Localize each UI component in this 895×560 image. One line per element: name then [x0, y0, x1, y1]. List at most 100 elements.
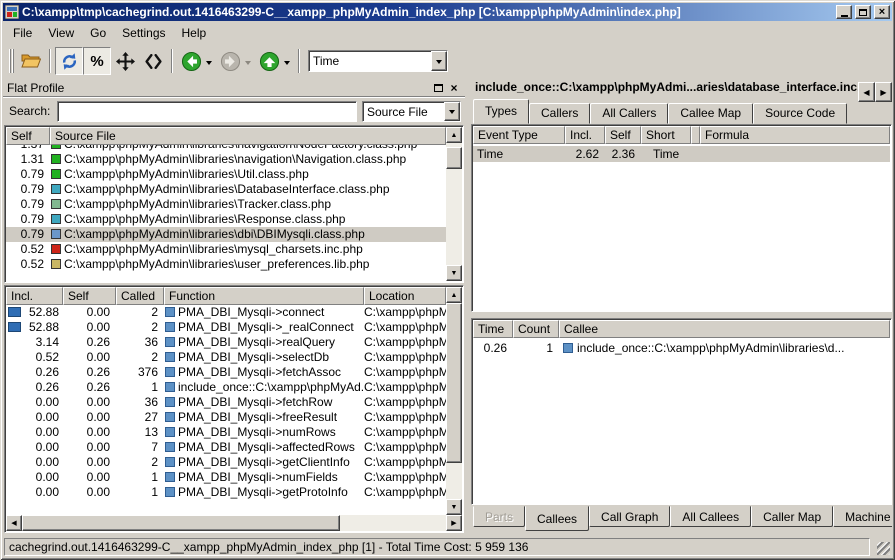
column-header-self[interactable]: Self [605, 126, 641, 144]
function-row[interactable]: 0.26 0.26 376 PMA_DBI_Mysqli->fetchAssoc… [6, 365, 446, 380]
detail-tab[interactable]: Source Code [753, 103, 847, 124]
function-row[interactable]: 3.14 0.26 36 PMA_DBI_Mysqli->realQuery C… [6, 335, 446, 350]
search-input[interactable] [57, 101, 357, 122]
scroll-up-button[interactable]: ▲ [446, 287, 462, 303]
grouping-combobox[interactable]: Source File [362, 101, 461, 122]
column-header-short[interactable]: Short [641, 126, 691, 144]
detail-tab[interactable]: Callee Map [668, 103, 753, 124]
column-header-incl[interactable]: Incl. [6, 287, 63, 305]
source-file-row[interactable]: 0.52 C:\xampp\phpMyAdmin\libraries\user_… [6, 257, 446, 272]
up-dropdown-caret[interactable] [284, 61, 290, 68]
scrollbar-thumb[interactable] [446, 147, 462, 169]
event-type-row[interactable]: Time 2.62 2.36 Time [473, 146, 890, 162]
column-header-formula[interactable]: Formula [700, 126, 890, 144]
scrollbar-thumb[interactable] [22, 515, 340, 531]
dock-float-button[interactable] [431, 82, 445, 95]
source-file-row[interactable]: 0.79 C:\xampp\phpMyAdmin\libraries\dbi\D… [6, 227, 446, 242]
incl-cost: 0.00 [23, 455, 63, 470]
source-file-row[interactable]: 0.52 C:\xampp\phpMyAdmin\libraries\mysql… [6, 242, 446, 257]
menu-item[interactable]: Go [82, 23, 114, 43]
cycle-detection-button[interactable] [55, 47, 83, 75]
forward-dropdown-caret[interactable] [245, 61, 251, 68]
grouping-value: Source File [363, 102, 444, 121]
column-header-function[interactable]: Function [164, 287, 364, 305]
open-file-button[interactable] [17, 47, 45, 75]
function-icon [165, 307, 175, 317]
function-row[interactable]: 52.88 0.00 2 PMA_DBI_Mysqli->connect C:\… [6, 305, 446, 320]
column-header-event-type[interactable]: Event Type [473, 126, 565, 144]
scrollbar-thumb[interactable] [446, 303, 462, 463]
column-header-count[interactable]: Count [513, 320, 559, 338]
combo-dropdown-button[interactable] [444, 102, 460, 121]
column-header-self[interactable]: Self [6, 127, 50, 145]
maximize-button[interactable] [855, 5, 871, 19]
incl-cost: 0.52 [23, 350, 63, 365]
scroll-down-button[interactable]: ▼ [446, 265, 462, 281]
forward-button[interactable] [216, 47, 244, 75]
column-header-called[interactable]: Called [116, 287, 164, 305]
function-row[interactable]: 0.00 0.00 36 PMA_DBI_Mysqli->fetchRow C:… [6, 395, 446, 410]
detail-tab[interactable]: Machine [833, 506, 892, 527]
column-header-incl[interactable]: Incl. [565, 126, 605, 144]
function-row[interactable]: 0.00 0.00 1 PMA_DBI_Mysqli->numFields C:… [6, 470, 446, 485]
function-row[interactable]: 52.88 0.00 2 PMA_DBI_Mysqli->_realConnec… [6, 320, 446, 335]
relative-percent-button[interactable]: % [83, 47, 111, 75]
called-count: 376 [116, 365, 164, 380]
detail-tab[interactable]: All Callers [590, 103, 668, 124]
scroll-down-button[interactable]: ▼ [446, 499, 462, 515]
back-dropdown-caret[interactable] [206, 61, 212, 68]
column-header-location[interactable]: Location [364, 287, 446, 305]
column-header-callee[interactable]: Callee [559, 320, 890, 338]
source-file-row[interactable]: 1.37 C:\xampp\phpMyAdmin\libraries\navig… [6, 145, 446, 152]
function-row[interactable]: 0.00 0.00 2 PMA_DBI_Mysqli->getClientInf… [6, 455, 446, 470]
combo-dropdown-button[interactable] [431, 51, 447, 71]
detail-tab[interactable]: Call Graph [589, 506, 670, 527]
function-row[interactable]: 0.00 0.00 27 PMA_DBI_Mysqli->freeResult … [6, 410, 446, 425]
close-button[interactable]: × [874, 5, 890, 19]
event-type-combobox[interactable]: Time [308, 50, 448, 72]
source-file-row[interactable]: 1.31 C:\xampp\phpMyAdmin\libraries\navig… [6, 152, 446, 167]
column-header-time[interactable]: Time [473, 320, 513, 338]
detail-tab[interactable]: Callees [525, 506, 589, 531]
menu-item[interactable]: Settings [114, 23, 173, 43]
incl-bar-icon [8, 322, 21, 332]
tab-scroll-left-button[interactable]: ◀ [858, 82, 875, 102]
function-row[interactable]: 0.00 0.00 13 PMA_DBI_Mysqli->numRows C:\… [6, 425, 446, 440]
detail-tab[interactable]: Parts [473, 506, 525, 527]
menu-item[interactable]: View [40, 23, 82, 43]
source-file-row[interactable]: 0.79 C:\xampp\phpMyAdmin\libraries\Track… [6, 197, 446, 212]
location: C:\xampp\phpMy [364, 305, 446, 320]
scroll-left-button[interactable]: ◀ [6, 515, 22, 531]
scroll-right-button[interactable]: ▶ [446, 515, 462, 531]
source-file-row[interactable]: 0.79 C:\xampp\phpMyAdmin\libraries\Respo… [6, 212, 446, 227]
shorten-templates-button[interactable] [139, 47, 167, 75]
column-header-spacer[interactable] [691, 126, 700, 144]
detail-tab[interactable]: Callers [529, 103, 590, 124]
function-row[interactable]: 0.52 0.00 2 PMA_DBI_Mysqli->selectDb C:\… [6, 350, 446, 365]
relative-to-parent-button[interactable] [111, 47, 139, 75]
source-file-row[interactable]: 0.79 C:\xampp\phpMyAdmin\libraries\Util.… [6, 167, 446, 182]
callee-row[interactable]: 0.26 1 include_once::C:\xampp\phpMyAdmin… [473, 340, 890, 356]
resize-grip[interactable] [877, 542, 890, 555]
scroll-up-button[interactable]: ▲ [446, 127, 462, 143]
function-row[interactable]: 0.00 0.00 7 PMA_DBI_Mysqli->affectedRows… [6, 440, 446, 455]
incl-cost: 0.00 [23, 395, 63, 410]
column-header-source-file[interactable]: Source File [50, 127, 446, 145]
back-button[interactable] [177, 47, 205, 75]
tab-scroll-right-button[interactable]: ▶ [875, 82, 892, 102]
function-row[interactable]: 0.00 0.00 1 PMA_DBI_Mysqli->getProtoInfo… [6, 485, 446, 500]
toolbar-separator [49, 49, 51, 73]
detail-tab[interactable]: All Callees [670, 506, 751, 527]
menu-item[interactable]: Help [174, 23, 215, 43]
toolbar-handle[interactable] [9, 49, 14, 73]
dock-close-button[interactable]: × [447, 82, 461, 95]
minimize-button[interactable] [836, 5, 852, 19]
detail-tab[interactable]: Types [473, 99, 529, 124]
menu-item[interactable]: File [5, 23, 40, 43]
up-button[interactable] [255, 47, 283, 75]
function-name: PMA_DBI_Mysqli->numRows [178, 425, 336, 440]
function-row[interactable]: 0.26 0.26 1 include_once::C:\xampp\phpMy… [6, 380, 446, 395]
column-header-self[interactable]: Self [63, 287, 116, 305]
source-file-row[interactable]: 0.79 C:\xampp\phpMyAdmin\libraries\Datab… [6, 182, 446, 197]
detail-tab[interactable]: Caller Map [751, 506, 833, 527]
